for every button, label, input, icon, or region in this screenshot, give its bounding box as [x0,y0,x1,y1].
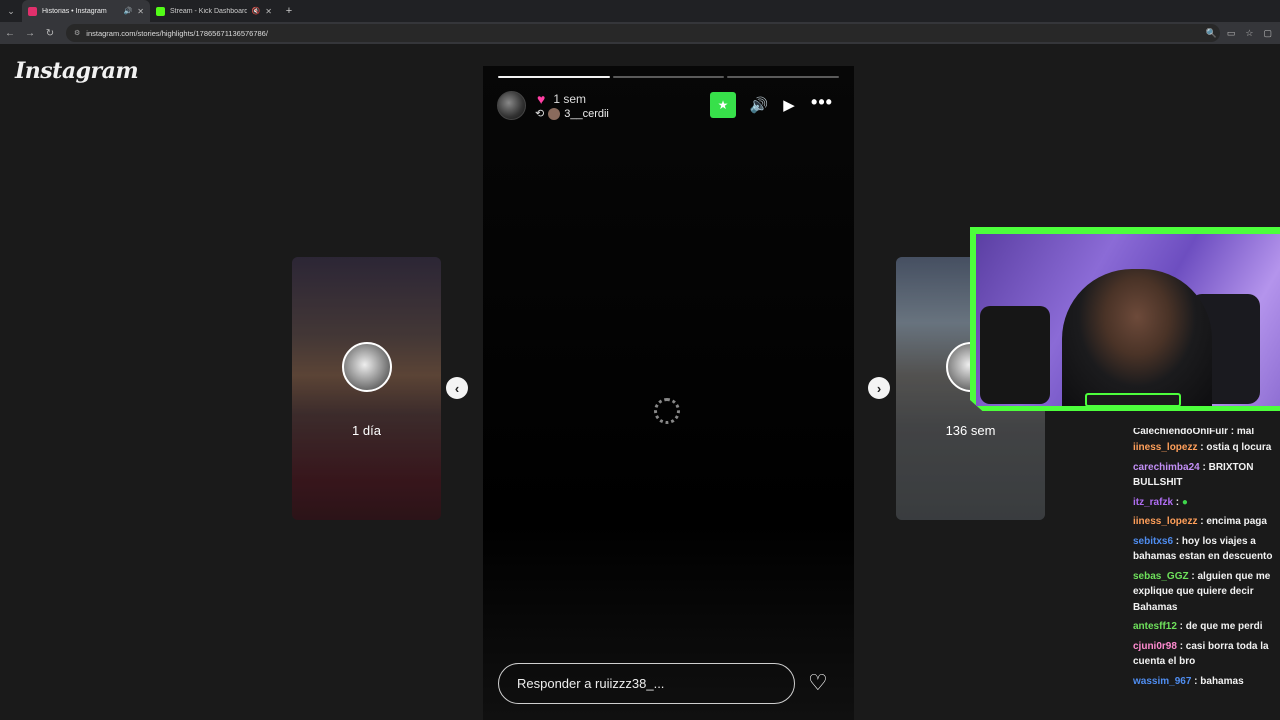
previous-story-preview[interactable]: 1 día [292,257,441,520]
chevron-right-icon: › [876,380,882,396]
volume-icon: 🔊 [749,97,769,114]
chat-message: sebitxs6 : hoy los viajes a bahamas esta… [1128,532,1280,567]
avatar[interactable] [497,91,526,120]
tab-kick[interactable]: Stream - Kick Dashboard 🔇 ✕ [150,0,278,22]
chat-username[interactable]: sebitxs6 [1133,536,1173,547]
chat-message: carechimba24 : BRIXTON BULLSHIT [1128,458,1280,493]
close-tab-icon[interactable]: ✕ [265,7,272,16]
url-text: instagram.com/stories/highlights/1786567… [86,28,268,38]
close-friends-star-button[interactable]: ★ [710,92,736,118]
story-viewer[interactable]: ♥ 1 sem ⟲ 3__cerdii ★ 🔊 ▶ ••• Responder … [483,66,854,720]
tab-search-icon[interactable]: ⌄ [0,0,22,22]
pink-heart-icon: ♥ [537,91,546,107]
preview-time: 1 día [352,423,381,438]
chat-message: cjuni0r98 : casi borra toda la cuenta el… [1128,637,1280,672]
repost-icon: ⟲ [535,108,545,120]
progress-segment [727,76,840,78]
like-heart-icon[interactable]: ♡ [808,670,828,696]
cast-icon[interactable]: ▭ [1227,28,1236,39]
chat-text: : ostia q locura [1197,442,1272,453]
story-progress [498,76,840,78]
star-icon: ★ [717,98,729,112]
chat-message: iiness_lopezz : ostia q locura [1128,438,1280,458]
audio-icon[interactable]: 🔊 [124,7,133,15]
story-time: 1 sem [553,92,586,106]
reposter-avatar[interactable] [548,107,561,120]
chat-username[interactable]: iiness_lopezz [1133,516,1197,527]
instagram-stories-page: Instagram 1 día 136 sem ‹ › ♥ 1 sem ⟲ 3_… [0,44,1280,720]
emote-icon: ● [1181,496,1188,508]
chat-username[interactable]: carechimba24 [1133,462,1200,473]
bookmark-star-icon[interactable]: ☆ [1245,28,1253,39]
story-username[interactable]: 3__cerdii [564,108,609,120]
chat-message: wassim_967 : bahamas [1128,672,1280,692]
zoom-icon[interactable]: 🔍 [1206,28,1217,39]
previous-story-button[interactable]: ‹ [446,377,468,399]
chat-text: : de que me perdi [1176,621,1263,632]
reply-placeholder: Responder a ruiizzz38_... [517,676,665,691]
new-tab-button[interactable]: + [278,5,300,17]
more-icon: ••• [811,91,833,112]
tab-title: Stream - Kick Dashboard [170,7,247,15]
url-field[interactable]: ⚙ instagram.com/stories/highlights/17865… [66,24,1220,42]
webcam-logo-badge [1085,393,1181,407]
browser-addressbar: ← → ↻ ⚙ instagram.com/stories/highlights… [0,22,1280,44]
chat-text: : [1173,496,1182,508]
chat-message: antesff12 : de que me perdi [1128,617,1280,637]
webcam-chair [980,306,1050,404]
chat-text: : encima paga [1197,516,1267,527]
chat-username[interactable]: antesff12 [1133,621,1177,632]
tab-title: Historias • Instagram [42,7,107,15]
progress-segment [612,76,725,78]
play-icon: ▶ [783,97,795,114]
chat-message-partial: CalechiendoOnlFulr : mal [1133,428,1255,437]
reply-input[interactable]: Responder a ruiizzz38_... [498,663,795,704]
kick-favicon-icon [156,6,165,16]
reload-button[interactable]: ↻ [40,28,60,39]
webcam-person [1062,269,1212,406]
forward-button[interactable]: → [20,28,40,39]
preview-time: 136 sem [945,423,996,438]
chat-text: : bahamas [1191,675,1244,687]
play-button[interactable]: ▶ [779,95,799,115]
preview-avatar [342,342,392,392]
chat-message: itz_rafzk : ● [1128,493,1280,513]
next-story-button[interactable]: › [868,377,890,399]
chat-username[interactable]: cjuni0r98 [1133,641,1177,652]
back-button[interactable]: ← [0,28,20,39]
stream-chat: CalechiendoOnlFulr : mal iiness_lopezz :… [1128,428,1280,720]
tab-instagram[interactable]: Historias • Instagram 🔊 ✕ [22,0,150,22]
instagram-favicon-icon [28,6,37,16]
chevron-left-icon: ‹ [454,380,460,396]
close-tab-icon[interactable]: ✕ [137,7,144,16]
volume-button[interactable]: 🔊 [749,95,769,115]
chat-username[interactable]: itz_rafzk [1133,497,1173,508]
instagram-logo[interactable]: Instagram [15,58,139,84]
story-header: ♥ 1 sem ⟲ 3__cerdii ★ 🔊 ▶ ••• [497,89,840,121]
chat-username[interactable]: sebas_GGZ [1133,571,1189,582]
chat-username[interactable]: wassim_967 [1133,676,1191,687]
extensions-icon[interactable]: ▢ [1263,28,1272,39]
muted-audio-icon[interactable]: 🔇 [252,7,261,15]
loading-spinner-icon [654,398,680,424]
chat-message: iiness_lopezz : encima paga [1128,512,1280,532]
chat-username[interactable]: iiness_lopezz [1133,442,1197,453]
site-info-icon[interactable]: ⚙ [74,29,80,37]
browser-tabbar: ⌄ Historias • Instagram 🔊 ✕ Stream - Kic… [0,0,1280,22]
chat-message: sebas_GGZ : alguien que me explique que … [1128,567,1280,618]
progress-segment [498,76,610,78]
more-options-button[interactable]: ••• [810,92,834,112]
